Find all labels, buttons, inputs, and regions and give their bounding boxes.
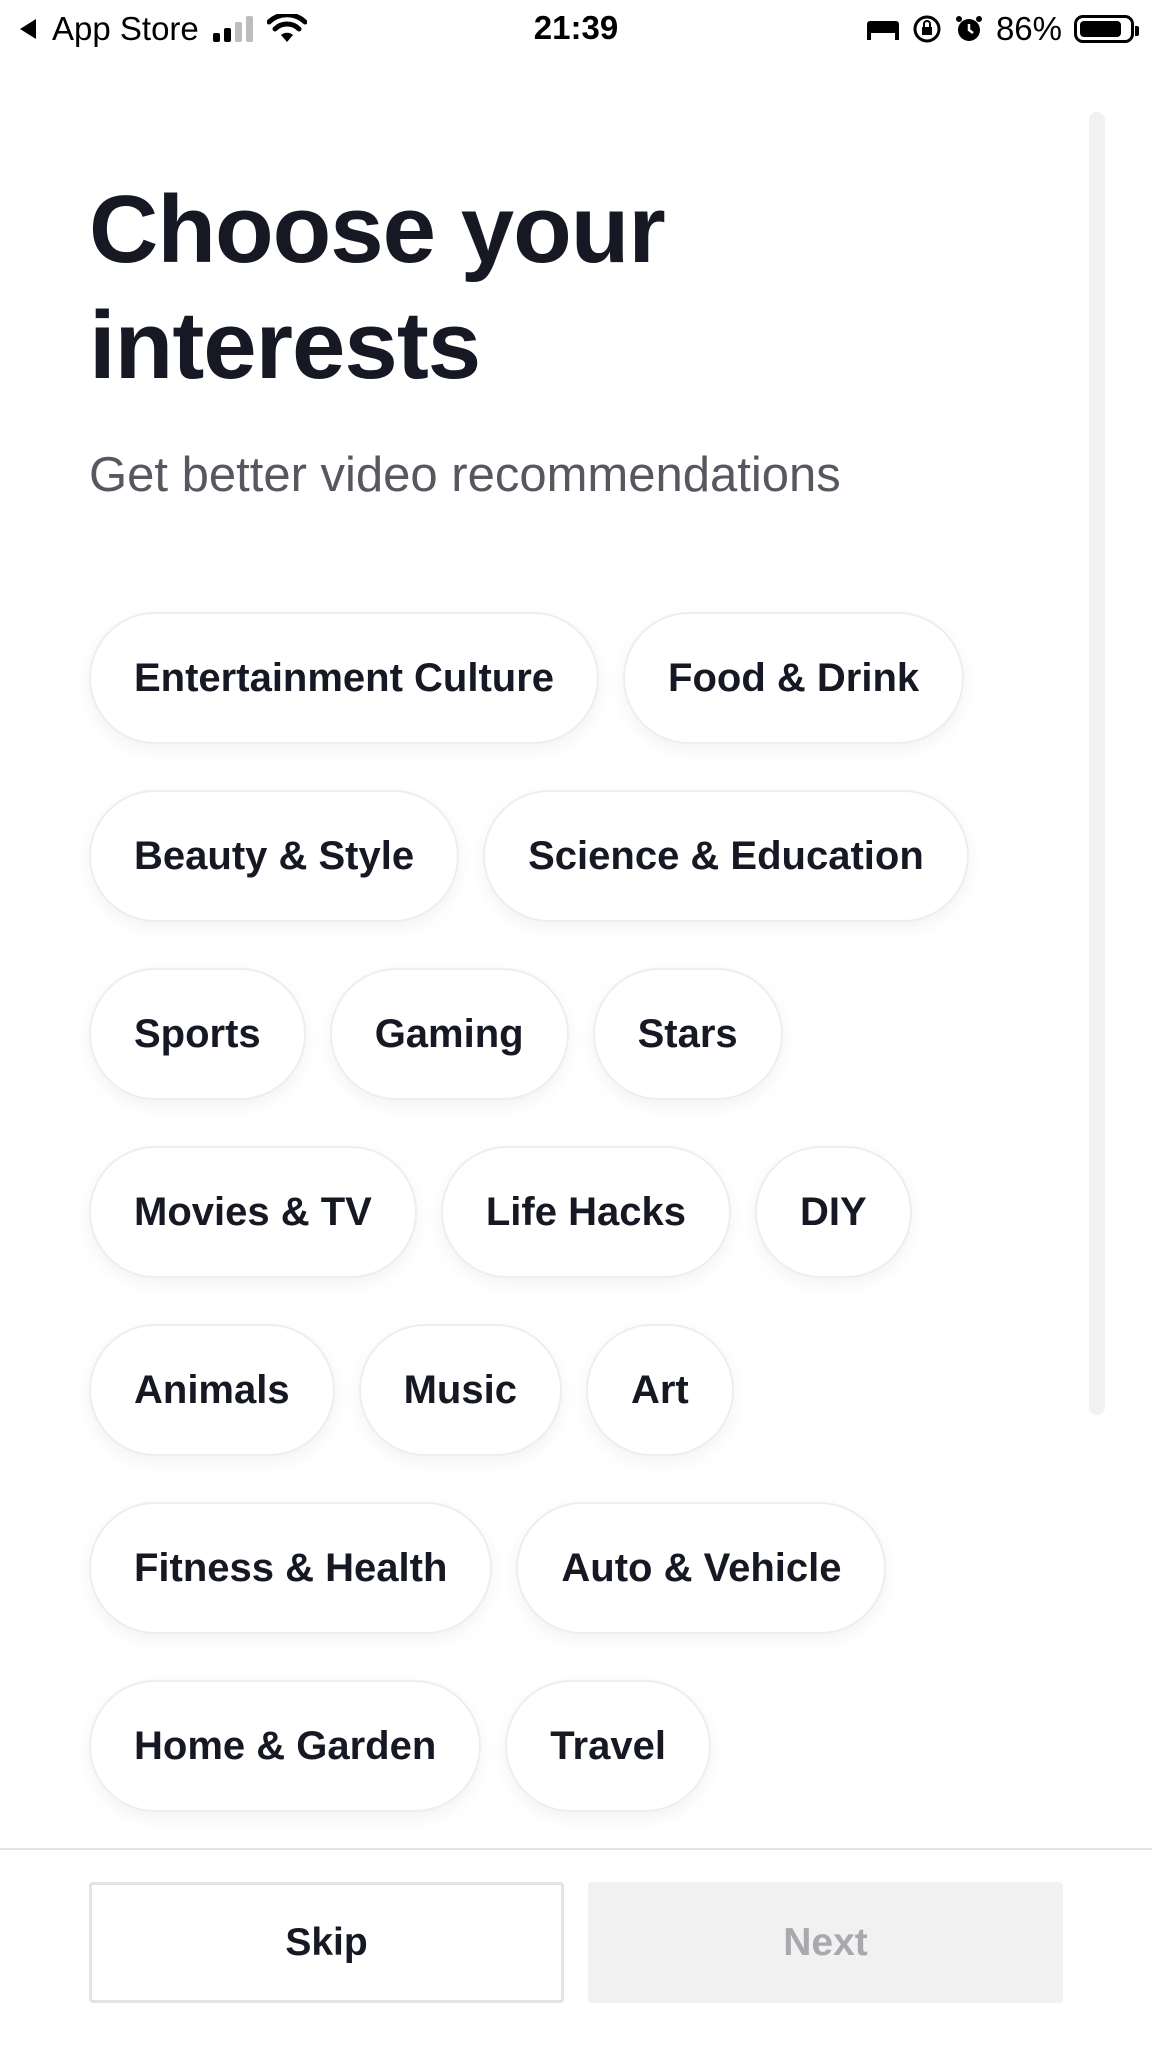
interest-chip[interactable]: Home & Garden (89, 1680, 482, 1812)
interest-chip[interactable]: Art (585, 1324, 734, 1456)
interest-row: Movies & TV Life Hacks DIY (89, 1146, 1009, 1278)
interest-chip[interactable]: Travel (505, 1680, 711, 1812)
orientation-lock-icon (913, 15, 941, 43)
next-button[interactable]: Next (588, 1882, 1063, 2003)
interest-row: Beauty & Style Science & Education (89, 790, 1009, 922)
interest-row: Fitness & Health Auto & Vehicle (89, 1502, 1009, 1634)
interest-row: Sports Gaming Stars (89, 968, 1009, 1100)
interest-chip[interactable]: Life Hacks (440, 1146, 731, 1278)
interest-row: Animals Music Art (89, 1324, 1009, 1456)
battery-percentage: 86% (995, 10, 1062, 47)
interest-chip[interactable]: Animals (89, 1324, 335, 1456)
status-bar: App Store 21:39 86% (0, 0, 1152, 58)
page-subtitle: Get better video recommendations (89, 448, 841, 502)
interest-chip[interactable]: Stars (592, 968, 783, 1100)
battery-level (1080, 21, 1122, 37)
interest-chip[interactable]: Music (358, 1324, 562, 1456)
interest-chip[interactable]: Movies & TV (89, 1146, 417, 1278)
interest-chip[interactable]: Science & Education (483, 790, 969, 922)
interest-chip[interactable]: Food & Drink (623, 612, 965, 744)
skip-button[interactable]: Skip (89, 1882, 564, 2003)
bed-icon (866, 21, 899, 40)
interest-chip[interactable]: Beauty & Style (89, 790, 460, 922)
scrollbar[interactable] (1089, 112, 1105, 1415)
interest-row: Home & Garden Travel (89, 1680, 1009, 1812)
interest-chip[interactable]: Sports (89, 968, 306, 1100)
alarm-icon (955, 16, 982, 41)
page-title: Choose your interests (89, 176, 666, 399)
interest-chip[interactable]: Auto & Vehicle (516, 1502, 887, 1634)
interest-chip[interactable]: Entertainment Culture (89, 612, 600, 744)
interest-row: Entertainment Culture Food & Drink (89, 612, 1009, 744)
interest-chips: Entertainment Culture Food & Drink Beauty … (89, 612, 1009, 1858)
interest-chip[interactable]: DIY (754, 1146, 912, 1278)
battery-icon (1074, 15, 1139, 43)
interest-chip[interactable]: Fitness & Health (89, 1502, 493, 1634)
footer-divider (0, 1848, 1152, 1850)
interest-chip[interactable]: Gaming (329, 968, 569, 1100)
